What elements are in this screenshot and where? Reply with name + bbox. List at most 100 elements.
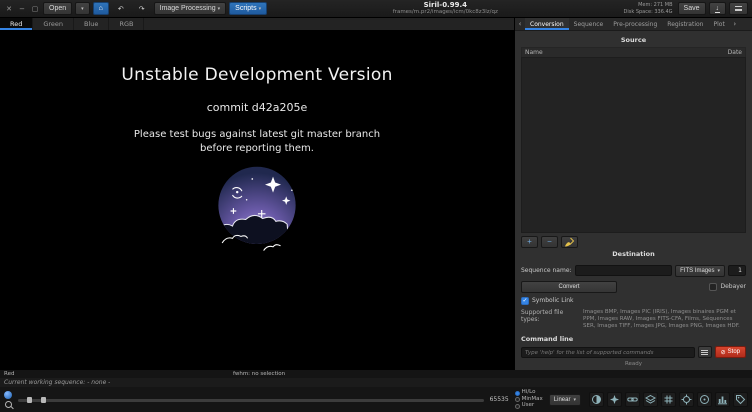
current-channel: Red: [4, 371, 15, 377]
star-detection-icon[interactable]: [607, 392, 622, 407]
layers-icon[interactable]: [643, 392, 658, 407]
convert-button[interactable]: Convert: [521, 280, 617, 293]
column-date[interactable]: Date: [728, 49, 742, 56]
tab-rgb[interactable]: RGB: [109, 18, 145, 30]
home-button[interactable]: ⌂: [92, 2, 109, 15]
zoom-icon[interactable]: [4, 401, 12, 408]
display-tools: [589, 392, 748, 407]
high-cutoff-value[interactable]: 65535: [490, 396, 509, 403]
working-sequence-text: Current working sequence: - none -: [4, 379, 111, 386]
tab-preprocessing[interactable]: Pre-processing: [608, 18, 662, 30]
crosshair-icon[interactable]: [679, 392, 694, 407]
minimize-icon[interactable]: −: [17, 4, 27, 14]
radio-user[interactable]: User: [514, 403, 543, 409]
debayer-checkbox[interactable]: [709, 282, 718, 291]
high-cutoff-handle[interactable]: [41, 397, 47, 403]
chevron-down-icon: ▾: [81, 5, 84, 12]
sequence-statusbar: Current working sequence: - none -: [0, 378, 752, 387]
command-line-row: ⊘ Stop: [521, 346, 746, 358]
chevron-down-icon: ▾: [573, 396, 576, 403]
sequence-name-row: Sequence name: FITS Images ▾: [521, 264, 746, 277]
undo-icon: ↶: [117, 5, 124, 13]
tab-conversion[interactable]: Conversion: [525, 18, 569, 30]
system-info: Mem: 271 MB Disk Space: 336.4G: [624, 2, 673, 15]
broom-icon: [565, 237, 575, 247]
radio-button[interactable]: [514, 397, 520, 402]
supported-types-label: Supported file types:: [521, 308, 564, 323]
undo-button[interactable]: ↶: [112, 2, 130, 15]
tab-blue[interactable]: Blue: [74, 18, 110, 30]
source-file-list[interactable]: [521, 57, 746, 233]
siril-logo: [218, 166, 296, 251]
output-format-select[interactable]: FITS Images ▾: [675, 264, 725, 277]
image-processing-button[interactable]: Image Processing ▾: [153, 2, 227, 15]
contrast-icon[interactable]: [589, 392, 604, 407]
stop-button[interactable]: ⊘ Stop: [714, 346, 746, 358]
save-button[interactable]: Save: [677, 2, 706, 15]
display-mode-select[interactable]: Linear ▾: [548, 393, 581, 406]
clear-list-button[interactable]: [561, 235, 578, 248]
chevron-down-icon: ▾: [217, 5, 221, 12]
radio-button[interactable]: [514, 403, 520, 409]
open-button[interactable]: Open: [43, 2, 73, 15]
list-icon: [701, 349, 709, 355]
tab-sequence[interactable]: Sequence: [569, 18, 609, 30]
display-left-icons: [4, 391, 12, 408]
histogram-icon[interactable]: [715, 392, 730, 407]
command-input[interactable]: [521, 346, 695, 358]
working-directory: frames/m.pr2/images/icm/0kc8z3lz/qz: [392, 9, 498, 16]
command-history-button[interactable]: [697, 346, 712, 358]
supported-types-row: Supported file types: Images BMP, Images…: [521, 309, 746, 330]
close-icon[interactable]: ✕: [4, 4, 14, 14]
debayer-option[interactable]: Debayer: [709, 282, 746, 291]
info-statusbar: Red fwhm: no selection: [0, 370, 752, 378]
remove-files-button[interactable]: −: [541, 235, 558, 248]
conversion-tab-content: Source Name Date + − Destination Sequenc…: [515, 31, 752, 370]
image-canvas[interactable]: Unstable Development Version commit d42a…: [0, 31, 514, 370]
debayer-label: Debayer: [720, 283, 746, 291]
open-dropdown-button[interactable]: ▾: [75, 2, 90, 15]
tab-red[interactable]: Red: [0, 18, 34, 30]
convert-row: Convert Debayer: [521, 280, 746, 293]
menu-button[interactable]: [729, 2, 748, 15]
scripts-button[interactable]: Scripts ▾: [229, 2, 268, 15]
annotation-icon[interactable]: [733, 392, 748, 407]
chevron-down-icon: ▾: [717, 267, 720, 274]
radio-button[interactable]: [514, 390, 520, 396]
preview-sphere-icon[interactable]: [4, 391, 12, 399]
panel-status-text: Ready: [624, 361, 643, 367]
tab-plot[interactable]: Plot: [708, 18, 729, 30]
home-icon: ⌂: [98, 5, 103, 12]
redo-button[interactable]: ↷: [133, 2, 151, 15]
chain-channels-icon[interactable]: [625, 392, 640, 407]
save-as-icon: ↓: [714, 4, 720, 13]
symbolic-link-checkbox[interactable]: ✓: [521, 296, 529, 305]
tab-registration[interactable]: Registration: [662, 18, 708, 30]
chevron-down-icon: ▾: [258, 5, 262, 12]
radio-hilo[interactable]: Hi/Lo: [514, 390, 543, 396]
redo-icon: ↷: [138, 5, 145, 13]
column-name[interactable]: Name: [525, 49, 543, 56]
cutoff-slider[interactable]: [18, 395, 484, 405]
start-index-spinner[interactable]: [728, 265, 746, 277]
low-cutoff-handle[interactable]: [27, 397, 33, 403]
save-as-button[interactable]: ↓: [708, 2, 726, 15]
symlink-row: ✓ Symbolic Link: [521, 296, 746, 305]
dev-version-heading: Unstable Development Version: [121, 65, 393, 85]
disk-status: Disk Space: 336.4G: [623, 8, 673, 15]
siril-window: ✕ − ▢ Open ▾ ⌂ ↶ ↷ Image Processing ▾ Sc…: [0, 0, 752, 412]
sequence-name-input[interactable]: [574, 265, 673, 277]
add-files-button[interactable]: +: [521, 235, 538, 248]
photometry-icon[interactable]: [697, 392, 712, 407]
slider-track[interactable]: [18, 397, 484, 403]
tabs-scroll-left-icon[interactable]: ‹: [515, 18, 525, 30]
grid-icon[interactable]: [661, 392, 676, 407]
supported-types-text: Images BMP, Images PIC (IRIS), Images bi…: [583, 308, 740, 329]
panel-tabs: ‹ Conversion Sequence Pre-processing Reg…: [515, 18, 752, 31]
scale-mode-radios: Hi/Lo MinMax User: [514, 390, 543, 409]
maximize-icon[interactable]: ▢: [30, 4, 40, 14]
tab-green[interactable]: Green: [33, 18, 75, 30]
processing-panel: ‹ Conversion Sequence Pre-processing Reg…: [514, 18, 752, 370]
window-title: Siril-0.99.4 frames/m.pr2/images/icm/0kc…: [270, 1, 620, 16]
tabs-scroll-right-icon[interactable]: ›: [730, 18, 740, 30]
